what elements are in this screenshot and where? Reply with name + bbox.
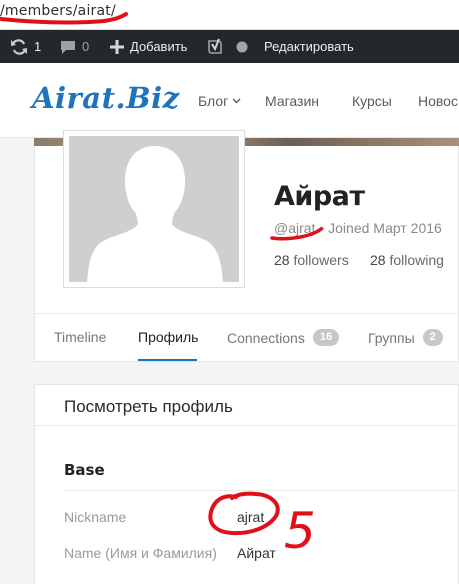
following-count: 28 [370, 252, 386, 268]
following-label: following [389, 252, 444, 268]
nav-item-label: Курсы [352, 93, 392, 109]
url-text[interactable]: /members/airat/ [0, 3, 116, 19]
profile-name: Айрат [274, 181, 365, 212]
tab-groups[interactable]: Группы 2 [368, 329, 443, 346]
updates-item[interactable]: 1 [10, 30, 41, 63]
site-header: Airat.Biz Блог Магазин Курсы Новос [0, 63, 459, 138]
section-divider [64, 490, 459, 491]
user-handle: @ajrat [274, 220, 316, 236]
tab-label: Группы [368, 329, 415, 346]
field-value-nickname: ajrat [237, 509, 265, 525]
tabs-divider [35, 313, 459, 314]
nav-item-news[interactable]: Новос [418, 93, 458, 109]
nav-item-label: Новос [418, 93, 458, 109]
edit-profile-item[interactable]: Редактировать [264, 30, 354, 63]
tab-label: Connections [227, 329, 305, 346]
nav-item-blog[interactable]: Блог [198, 93, 241, 109]
address-bar[interactable]: /members/airat/ [0, 0, 459, 30]
card-title: Посмотреть профиль [64, 397, 233, 416]
tab-timeline[interactable]: Timeline [54, 329, 106, 345]
yoast-icon [208, 38, 222, 54]
following-link[interactable]: 28 following [370, 252, 444, 268]
add-new-label: Добавить [130, 39, 188, 54]
field-label-nickname: Nickname [64, 509, 127, 525]
field-label-name: Name (Имя и Фамилия) [64, 545, 217, 561]
comments-count: 0 [82, 39, 90, 54]
nav-item-shop[interactable]: Магазин [265, 93, 319, 109]
tab-label: Timeline [54, 329, 107, 345]
followers-count: 28 [274, 252, 290, 268]
yoast-seo-item[interactable] [207, 30, 223, 63]
admin-bar: 1 0 Добавить Редактировать [0, 30, 459, 63]
edit-label: Редактировать [264, 39, 354, 54]
plus-icon [110, 39, 124, 54]
followers-link[interactable]: 28 followers [274, 252, 349, 268]
comments-item[interactable]: 0 [60, 30, 89, 63]
active-tab-indicator [138, 359, 197, 361]
nav-item-label: Магазин [265, 93, 320, 109]
meta-separator: • [319, 220, 325, 236]
site-logo[interactable]: Airat.Biz [32, 81, 180, 115]
avatar-placeholder [69, 136, 239, 282]
groups-count-badge: 2 [422, 329, 443, 346]
joined-date: Joined Март 2016 [328, 220, 442, 236]
status-dot-icon [236, 41, 248, 52]
tab-profile[interactable]: Профиль [138, 329, 198, 345]
card-divider [35, 425, 459, 426]
section-title: Base [64, 461, 105, 479]
add-new-item[interactable]: Добавить [110, 30, 187, 63]
field-value-name: Айрат [237, 545, 276, 561]
connections-count-badge: 16 [312, 329, 340, 346]
refresh-icon [11, 38, 27, 55]
nav-item-label: Блог [198, 93, 229, 109]
updates-count: 1 [34, 39, 42, 54]
profile-meta: @ajrat • Joined Март 2016 [274, 220, 442, 236]
nav-item-courses[interactable]: Курсы [352, 93, 392, 109]
comment-icon [61, 40, 75, 54]
seo-score-item[interactable] [236, 30, 248, 63]
chevron-down-icon [232, 98, 241, 104]
default-avatar-icon [69, 136, 239, 282]
tab-connections[interactable]: Connections 16 [227, 329, 340, 346]
tab-label: Профиль [138, 329, 199, 345]
avatar[interactable] [63, 130, 245, 288]
followers-label: followers [293, 252, 349, 268]
